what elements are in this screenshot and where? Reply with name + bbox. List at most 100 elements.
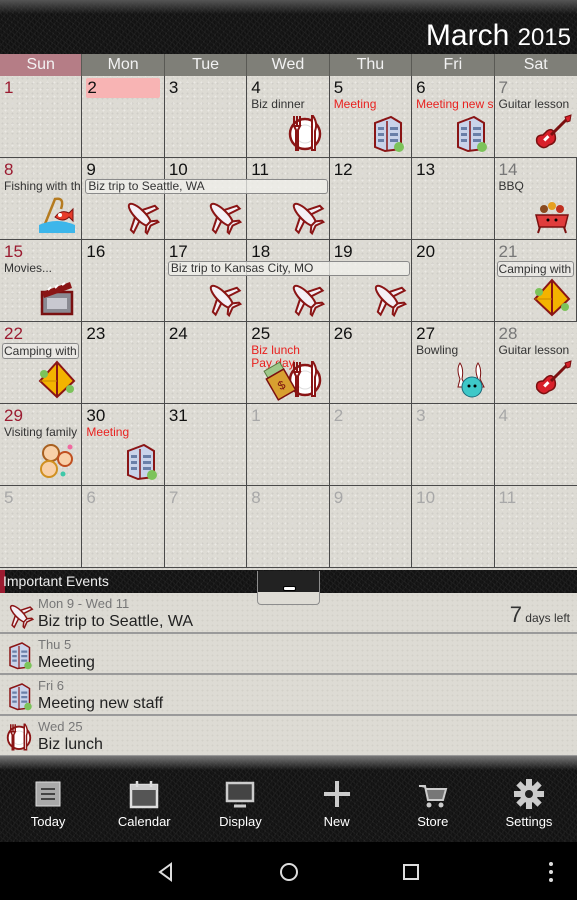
event-label[interactable]: Bowling xyxy=(416,343,493,357)
day-number: 2 xyxy=(86,78,161,98)
day-cell[interactable]: 16 xyxy=(82,240,165,322)
day-cell[interactable]: 22 Camping with xyxy=(0,322,83,404)
event-label[interactable]: Biz dinner xyxy=(251,97,328,111)
event-label[interactable]: Camping with xyxy=(2,343,79,359)
event-label[interactable]: Biz lunch xyxy=(251,343,328,357)
toolbar-today-button[interactable]: Today xyxy=(0,756,96,842)
important-event-row[interactable]: Wed 25 Biz lunch xyxy=(0,716,577,756)
event-label[interactable]: Meeting xyxy=(334,97,411,111)
multi-day-event-bar[interactable]: Biz trip to Seattle, WA xyxy=(85,179,328,194)
day-cell[interactable]: 21 Camping with xyxy=(494,240,577,322)
day-number: 9 xyxy=(86,160,96,179)
day-cell[interactable]: 3 xyxy=(412,404,495,486)
list-icon xyxy=(32,778,64,810)
day-cell[interactable]: 3 xyxy=(164,76,248,158)
day-cell[interactable]: 24 xyxy=(164,322,248,404)
day-cell[interactable]: 29 Visiting family xyxy=(0,404,83,486)
day-cell[interactable]: 8Fishing with the kids xyxy=(0,158,83,240)
overflow-menu-icon[interactable] xyxy=(539,860,563,884)
event-name: Meeting xyxy=(38,654,95,671)
bottom-toolbar: Today Calendar Display New Store Settings xyxy=(0,756,577,842)
day-cell[interactable]: 18 xyxy=(247,240,330,322)
day-cell[interactable]: 1 xyxy=(247,404,330,486)
day-cell[interactable]: 13 xyxy=(412,158,495,240)
tent-icon xyxy=(37,359,77,399)
day-cell[interactable]: 5 xyxy=(0,486,83,568)
event-label[interactable]: Guitar lesson xyxy=(499,97,577,111)
day-cell[interactable]: 8 xyxy=(247,486,330,568)
day-number: 14 xyxy=(498,160,518,179)
event-label[interactable]: Movies... xyxy=(4,261,81,275)
day-cell[interactable]: 5 Meeting xyxy=(329,76,413,158)
event-label[interactable]: Camping with xyxy=(496,261,574,277)
toolbar-calendar-button[interactable]: Calendar xyxy=(96,756,192,842)
day-cell[interactable]: 6 xyxy=(82,486,165,568)
toolbar-settings-button[interactable]: Settings xyxy=(481,756,577,842)
day-cell[interactable]: 9 xyxy=(82,158,165,240)
day-cell[interactable]: 1 xyxy=(0,76,83,158)
day-cell[interactable]: 10 xyxy=(164,158,248,240)
multi-day-event-bar[interactable]: Biz trip to Kansas City, MO xyxy=(167,261,411,276)
day-cell[interactable]: 7 xyxy=(164,486,248,568)
day-cell[interactable]: 4 Biz dinner xyxy=(247,76,330,158)
week-row: 29 Visiting family 30 Meeting 31 1 2 3 4 xyxy=(0,404,577,486)
day-cell[interactable]: 2 xyxy=(329,404,413,486)
day-cell[interactable]: 27 Bowling xyxy=(412,322,495,404)
event-label[interactable]: Fishing with the kids xyxy=(4,179,81,193)
day-cell[interactable]: 10 xyxy=(412,486,495,568)
day-cell[interactable]: 6Meeting new staff xyxy=(412,76,495,158)
day-number: 8 xyxy=(4,160,14,179)
day-cell[interactable]: 9 xyxy=(329,486,413,568)
day-number: 16 xyxy=(86,242,106,261)
home-icon[interactable] xyxy=(277,860,301,884)
day-cell[interactable]: 19 xyxy=(329,240,413,322)
day-number: 30 xyxy=(86,406,106,425)
day-cell[interactable]: 25 Biz lunch Pay day $ xyxy=(247,322,330,404)
recents-icon[interactable] xyxy=(399,860,423,884)
day-cell[interactable]: 11 xyxy=(494,486,577,568)
day-number: 6 xyxy=(86,488,96,507)
day-cell[interactable]: 26 xyxy=(329,322,413,404)
minus-icon xyxy=(283,586,296,591)
day-cell[interactable]: 28 Guitar lesson xyxy=(494,322,577,404)
back-icon[interactable] xyxy=(154,860,178,884)
day-cell[interactable]: 20 xyxy=(412,240,495,322)
system-nav-bar xyxy=(0,842,577,900)
day-number: 2 xyxy=(333,406,344,425)
plane-icon xyxy=(4,599,34,629)
event-label[interactable]: Meeting new staff xyxy=(416,97,493,111)
toolbar-label: Today xyxy=(30,814,66,829)
day-cell[interactable]: 4 xyxy=(494,404,577,486)
day-cell[interactable]: 31 xyxy=(164,404,248,486)
toolbar-label: Store xyxy=(417,814,449,829)
day-cell[interactable]: 7 Guitar lesson xyxy=(494,76,577,158)
day-number: 5 xyxy=(4,488,14,507)
event-name: Biz trip to Seattle, WA xyxy=(38,613,194,630)
toolbar-store-button[interactable]: Store xyxy=(385,756,481,842)
day-number: 26 xyxy=(333,324,353,343)
day-number: 17 xyxy=(168,242,188,261)
event-label[interactable]: Visiting family xyxy=(4,425,81,439)
event-label[interactable]: Meeting xyxy=(86,425,163,439)
day-cell[interactable]: 14 BBQ xyxy=(494,158,577,240)
weekday-sun: Sun xyxy=(0,54,83,76)
collapse-panel-handle[interactable] xyxy=(257,571,320,605)
important-event-row[interactable]: Fri 6 Meeting new staff xyxy=(0,675,577,716)
plane-icon xyxy=(285,277,325,317)
day-cell[interactable]: 30 Meeting xyxy=(82,404,165,486)
day-cell[interactable]: 2 xyxy=(82,76,165,158)
week-row: 5 6 7 8 9 10 11 xyxy=(0,486,577,568)
day-cell[interactable]: 12 xyxy=(329,158,413,240)
day-cell[interactable]: 17 xyxy=(164,240,248,322)
important-event-row[interactable]: Thu 5 Meeting xyxy=(0,634,577,675)
day-cell[interactable]: 23 xyxy=(82,322,165,404)
days-left: 7 days left xyxy=(510,602,570,628)
toolbar-display-button[interactable]: Display xyxy=(192,756,288,842)
day-cell[interactable]: 11 xyxy=(247,158,330,240)
event-label[interactable]: BBQ xyxy=(499,179,576,193)
toolbar-new-button[interactable]: New xyxy=(289,756,385,842)
day-number: 1 xyxy=(251,406,261,425)
day-cell[interactable]: 15 Movies... xyxy=(0,240,83,322)
building-icon xyxy=(120,441,160,481)
event-label[interactable]: Guitar lesson xyxy=(499,343,577,357)
